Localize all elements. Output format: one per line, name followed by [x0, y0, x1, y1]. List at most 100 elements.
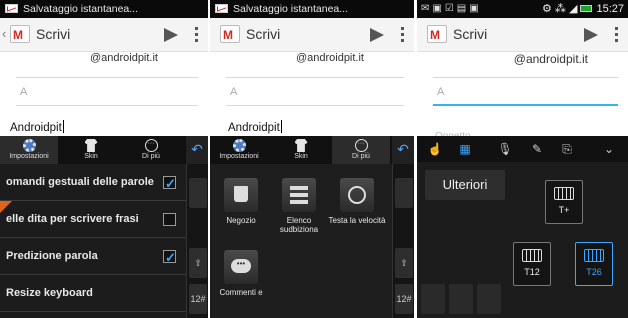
to-value: @androidpit.it — [295, 52, 364, 64]
clipboard-icon[interactable]: ⎘ — [559, 142, 575, 156]
more-icon: ··· — [354, 139, 368, 152]
app-commenti[interactable]: ••• Commenti e — [212, 250, 270, 297]
status-bar: ✉▣☑▤▣ ⚙ ⁂ ◢ 15:27 — [417, 0, 628, 18]
checkbox[interactable] — [163, 239, 176, 274]
mode-label: T+ — [558, 205, 570, 215]
mode-t26[interactable]: T26 — [575, 242, 613, 286]
tab-label: Skin — [294, 153, 308, 160]
page-title: Scrivi — [246, 26, 281, 42]
setting-word-prediction[interactable]: Predizione parola — [0, 238, 186, 275]
gmail-logo-icon: M — [220, 25, 240, 43]
keyboard-side-keys: ⇧ 12# — [392, 164, 414, 318]
compose-form: @androidpit.it A Androidpit — [210, 52, 414, 142]
checkbox[interactable] — [163, 213, 176, 226]
keyboard-settings-panel: Impostazioni Skin ··· Di più ↶ omandi ge… — [0, 136, 208, 318]
edit-pencil-icon[interactable]: ✎ — [529, 142, 545, 156]
message-body[interactable]: Androidpit — [10, 120, 64, 134]
app-label: Testa la velocità — [328, 216, 386, 225]
cc-field[interactable]: A — [433, 80, 618, 106]
text-cursor — [280, 120, 282, 133]
keyboard-layout-icon[interactable]: ▦ — [457, 142, 473, 156]
status-right: ⚙ ⁂ ◢ 15:27 — [541, 3, 624, 15]
status-bar: Salvataggio istantanea... — [0, 0, 208, 18]
back-caret-icon[interactable]: ‹ — [2, 26, 6, 41]
side-key[interactable] — [189, 178, 207, 208]
chat-bubble-icon: ••• — [231, 259, 251, 273]
symbols-key[interactable]: 12# — [395, 284, 413, 314]
to-field[interactable]: @androidpit.it — [16, 52, 198, 78]
gmail-notification-icon — [215, 4, 228, 13]
tab-skin[interactable]: Skin — [62, 136, 120, 164]
setting-resize-keyboard[interactable]: Resize keyboard — [0, 275, 186, 312]
gmail-logo-icon: M — [427, 25, 447, 43]
keyboard-bottom-row — [417, 284, 628, 318]
page-title: Scrivi — [453, 26, 488, 42]
tab-impostazioni[interactable]: Impostazioni — [0, 136, 58, 164]
tab-label: Impostazioni — [219, 153, 259, 160]
side-key[interactable] — [395, 178, 413, 208]
more-apps-grid: Negozio Elenco sudbiziona Testa la veloc… — [210, 164, 392, 318]
setting-gesture-commands[interactable]: omandi gestuali delle parole — [0, 164, 186, 201]
to-field[interactable]: @androidpit.it — [433, 52, 618, 78]
checkbox[interactable] — [163, 165, 176, 200]
mode-label: T26 — [586, 267, 602, 277]
app-elenco[interactable]: Elenco sudbiziona — [270, 178, 328, 234]
keyboard-mode-picker: ☝ ▦ 🎙 ✎ ⎘ ⌄ Ulteriori T+ T12 T26 — [417, 136, 628, 318]
cc-placeholder: A — [437, 86, 445, 98]
tab-di-piu[interactable]: ··· Di più — [332, 136, 390, 164]
mode-label: T12 — [524, 267, 540, 277]
to-field[interactable]: @androidpit.it — [226, 52, 404, 78]
gear-icon — [232, 139, 246, 152]
send-icon[interactable] — [164, 28, 178, 42]
settings-list: omandi gestuali delle parole elle dita p… — [0, 164, 186, 312]
cc-field[interactable]: A — [226, 80, 404, 106]
keyboard-icon — [554, 187, 574, 200]
tab-skin[interactable]: Skin — [272, 136, 330, 164]
shift-key[interactable]: ⇧ — [189, 248, 207, 278]
overflow-menu-icon[interactable] — [401, 27, 404, 43]
tab-impostazioni[interactable]: Impostazioni — [210, 136, 268, 164]
tab-label: Skin — [84, 153, 98, 160]
mode-t12[interactable]: T12 — [513, 242, 551, 286]
key[interactable] — [421, 284, 445, 314]
message-body-text: Androidpit — [10, 122, 62, 134]
key[interactable] — [477, 284, 501, 314]
gear-icon — [22, 139, 36, 152]
symbols-key[interactable]: 12# — [189, 284, 207, 314]
action-bar: ‹ M Scrivi — [0, 18, 208, 52]
app-negozio[interactable]: Negozio — [212, 178, 270, 225]
send-icon[interactable] — [370, 28, 384, 42]
keyboard-icon — [584, 249, 604, 262]
cc-field[interactable]: A — [16, 80, 198, 106]
overflow-menu-icon[interactable] — [195, 27, 198, 43]
more-keyboards-button[interactable]: Ulteriori — [425, 170, 505, 200]
setting-label: elle dita per scrivere frasi — [6, 213, 139, 225]
tab-di-piu[interactable]: ··· Di più — [122, 136, 180, 164]
app-label: Elenco sudbiziona — [279, 216, 319, 234]
mode-t-plus[interactable]: T+ — [545, 180, 583, 224]
overflow-menu-icon[interactable] — [615, 27, 618, 43]
swipe-gesture-icon[interactable]: ☝ — [427, 142, 443, 156]
gmail-notification-icon — [5, 4, 18, 13]
undo-icon[interactable]: ↶ — [392, 136, 414, 164]
microphone-icon[interactable]: 🎙 — [497, 142, 513, 156]
app-label: Commenti e — [219, 288, 263, 297]
setting-swipe-phrases[interactable]: elle dita per scrivere frasi — [0, 201, 186, 238]
status-bar: Salvataggio istantanea... — [210, 0, 414, 18]
more-icon: ··· — [144, 139, 158, 152]
screenshot-panel-more: Salvataggio istantanea... M Scrivi @andr… — [210, 0, 414, 318]
shift-key[interactable]: ⇧ — [395, 248, 413, 278]
message-body[interactable]: Androidpit — [228, 120, 282, 134]
tab-label: Impostazioni — [9, 153, 49, 160]
key[interactable] — [449, 284, 473, 314]
undo-icon[interactable]: ↶ — [186, 136, 208, 164]
compose-form: @androidpit.it A Oggetto — [417, 52, 628, 142]
keyboard-toolbar: ☝ ▦ 🎙 ✎ ⎘ ⌄ — [417, 136, 628, 162]
chevron-down-icon[interactable]: ⌄ — [601, 142, 617, 156]
keyboard-tab-bar: Impostazioni Skin ··· Di più ↶ — [210, 136, 414, 164]
send-icon[interactable] — [584, 28, 598, 42]
message-body-text: Androidpit — [228, 122, 280, 134]
cc-placeholder: A — [20, 86, 28, 98]
app-testa-velocita[interactable]: Testa la velocità — [328, 178, 386, 225]
shirt-icon — [84, 139, 98, 152]
